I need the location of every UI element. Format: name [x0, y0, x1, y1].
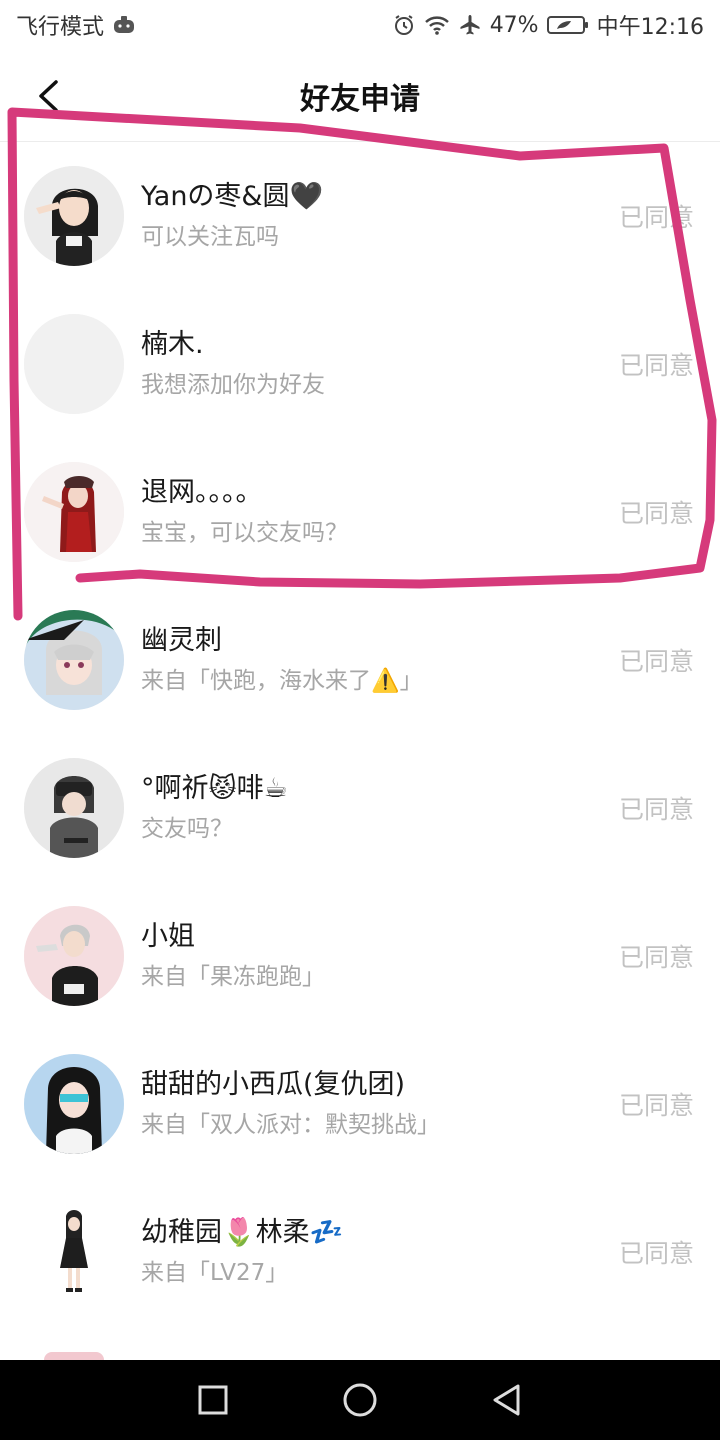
avatar[interactable] [24, 1202, 124, 1302]
request-message: 来自「LV27」 [141, 1260, 289, 1286]
friend-request-row[interactable]: 幼稚园🌷林柔💤 来自「LV27」 已同意 [0, 1178, 720, 1326]
friend-request-row[interactable]: °啊祈😾啡☕ 交友吗？ 已同意 [0, 734, 720, 882]
friend-request-row[interactable]: Yanの枣&圆🖤 可以关注瓦吗 已同意 [0, 142, 720, 290]
friend-request-row[interactable]: 楠木. 我想添加你为好友 已同意 [0, 290, 720, 438]
battery-icon [546, 14, 589, 36]
request-texts: 楠木. 我想添加你为好友 [141, 327, 325, 401]
avatar[interactable] [24, 314, 124, 414]
requester-name: 楠木. [141, 329, 204, 360]
avatar-red-hair-icon [24, 462, 124, 562]
back-button[interactable] [30, 78, 66, 114]
avatar-small-girl-icon [24, 1202, 124, 1302]
request-message: 可以关注瓦吗 [141, 224, 279, 250]
avatar[interactable] [24, 610, 124, 710]
wifi-icon [424, 14, 450, 36]
avatar[interactable] [24, 462, 124, 562]
friend-request-row[interactable]: 小姐 来自「果冻跑跑」 已同意 [0, 882, 720, 1030]
back-nav-button[interactable] [485, 1378, 529, 1422]
accepted-status: 已同意 [618, 647, 694, 676]
accepted-status: 已同意 [618, 499, 694, 528]
requester-name: 小姐 [141, 921, 195, 952]
airplane-icon [458, 13, 482, 37]
next-avatar-partial [44, 1352, 104, 1360]
status-right: 47% 中午12:16 [392, 9, 704, 41]
requester-name: 甜甜的小西瓜(复仇团) [141, 1069, 406, 1100]
page-header: 好友申请 [0, 50, 720, 142]
accepted-status: 已同意 [618, 203, 694, 232]
accepted-status: 已同意 [618, 943, 694, 972]
request-texts: 退网。。。。 宝宝，可以交友吗？ [141, 475, 348, 549]
avatar-empty-icon [24, 314, 124, 414]
request-message: 宝宝，可以交友吗？ [141, 520, 348, 546]
clock-time: 中午12:16 [596, 15, 704, 40]
accepted-status: 已同意 [618, 795, 694, 824]
request-texts: Yanの枣&圆🖤 可以关注瓦吗 [141, 179, 323, 253]
request-message: 我想添加你为好友 [141, 372, 325, 398]
alarm-icon [392, 13, 416, 37]
friend-request-list: Yanの枣&圆🖤 可以关注瓦吗 已同意 楠木. 我想添加你为好友 已同意 退网。… [0, 142, 720, 1326]
chevron-left-icon [39, 80, 58, 112]
avatar-white-hair-icon [24, 610, 124, 710]
status-left: 飞行模式 [16, 9, 136, 41]
requester-name: 退网。。。。 [141, 477, 263, 508]
page-title: 好友申请 [300, 81, 420, 117]
avatar-silver-boy-icon [24, 906, 124, 1006]
circle-icon [343, 1383, 377, 1417]
requester-name: 幼稚园🌷林柔💤 [141, 1217, 344, 1248]
square-icon [198, 1385, 228, 1415]
request-texts: 小姐 来自「果冻跑跑」 [141, 919, 325, 993]
accepted-status: 已同意 [618, 1239, 694, 1268]
airplane-mode-label: 飞行模式 [16, 15, 105, 40]
accepted-status: 已同意 [618, 351, 694, 380]
requester-name: Yanの枣&圆🖤 [141, 181, 324, 212]
request-message: 交友吗？ [141, 816, 233, 842]
home-button[interactable] [338, 1378, 382, 1422]
avatar[interactable] [24, 1054, 124, 1154]
avatar-gray-hood-icon [24, 758, 124, 858]
avatar[interactable] [24, 758, 124, 858]
request-message: 来自「果冻跑跑」 [141, 964, 325, 990]
avatar[interactable] [24, 166, 124, 266]
avatar-black-hair-icon [24, 1054, 124, 1154]
requester-name: 幽灵刺 [141, 625, 222, 656]
triangle-back-icon [493, 1384, 520, 1416]
friend-request-row[interactable]: 退网。。。。 宝宝，可以交友吗？ 已同意 [0, 438, 720, 586]
request-texts: 甜甜的小西瓜(复仇团) 来自「双人派对：默契挑战」 [141, 1067, 440, 1141]
request-texts: 幽灵刺 来自「快跑，海水来了⚠️」 [141, 623, 423, 697]
battery-percentage: 47% [489, 12, 539, 38]
status-bar: 飞行模式 47% 中午12:16 [0, 0, 720, 50]
request-texts: 幼稚园🌷林柔💤 来自「LV27」 [141, 1215, 343, 1289]
avatar[interactable] [24, 906, 124, 1006]
gamepad-icon [112, 14, 136, 36]
avatar-girl-salute-icon [24, 166, 124, 266]
request-message: 来自「快跑，海水来了⚠️」 [141, 668, 423, 694]
friend-request-row[interactable]: 幽灵刺 来自「快跑，海水来了⚠️」 已同意 [0, 586, 720, 734]
requester-name: °啊祈😾啡☕ [141, 773, 288, 804]
friend-request-row[interactable]: 甜甜的小西瓜(复仇团) 来自「双人派对：默契挑战」 已同意 [0, 1030, 720, 1178]
request-texts: °啊祈😾啡☕ 交友吗？ [141, 771, 288, 845]
system-nav-bar [0, 1360, 720, 1440]
request-message: 来自「双人派对：默契挑战」 [141, 1112, 440, 1138]
accepted-status: 已同意 [618, 1091, 694, 1120]
recent-apps-button[interactable] [191, 1378, 235, 1422]
